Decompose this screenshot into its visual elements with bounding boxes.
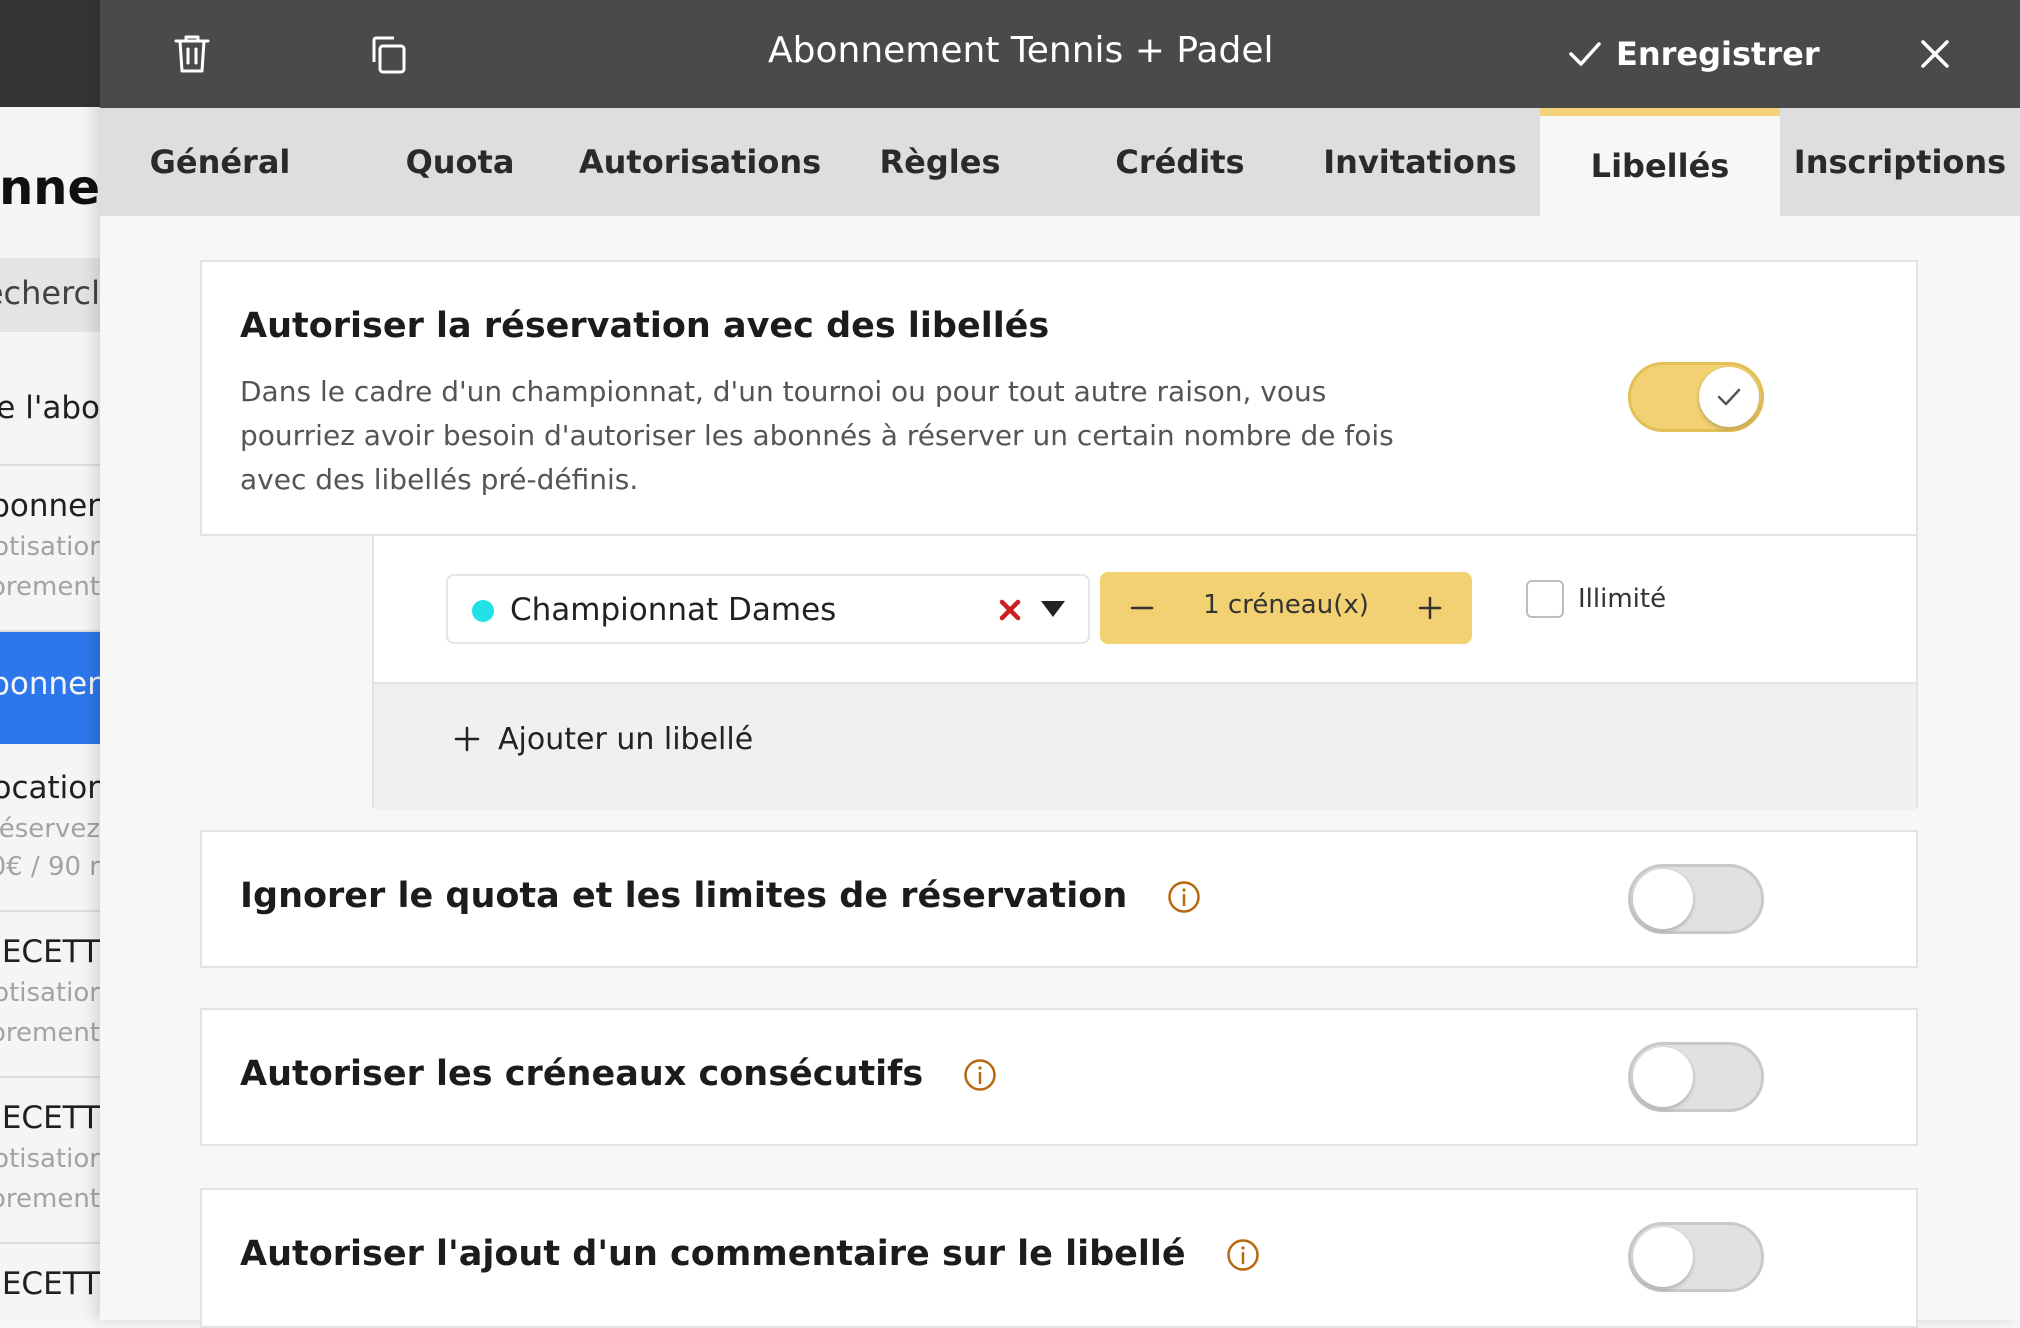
background-overlay [0,0,100,1320]
label-comment-toggle[interactable] [1628,1222,1764,1292]
tab-autorisations[interactable]: Autorisations [579,108,821,216]
labels-booking-description: Dans le cadre d'un championnat, d'un tou… [240,375,1394,496]
decrement-button[interactable] [1114,580,1170,636]
consecutive-slots-label: Autoriser les créneaux consécutifs [240,1054,924,1094]
save-button-label: Enregistrer [1616,35,1820,73]
modal-title: Abonnement Tennis + Padel [768,30,1274,71]
ignore-quota-card: Ignorer le quota et les limites de réser… [200,830,1918,968]
chevron-down-icon[interactable] [1040,600,1066,618]
labels-booking-toggle[interactable] [1628,362,1764,432]
tab-quota[interactable]: Quota [340,108,580,216]
unlimited-checkbox[interactable] [1526,580,1564,618]
close-icon [1921,40,1949,68]
ignore-quota-toggle[interactable] [1628,864,1764,934]
label-comment-card: Autoriser l'ajout d'un commentaire sur l… [200,1188,1918,1328]
subscription-edit-modal: Abonnement Tennis + Padel Enregistrer Gé… [100,0,2020,1328]
tab-credits[interactable]: Crédits [1060,108,1300,216]
label-comment-label: Autoriser l'ajout d'un commentaire sur l… [240,1234,1186,1274]
toggle-knob [1633,869,1693,929]
label-select-value: Championnat Dames [510,592,837,628]
info-icon[interactable] [1226,1238,1260,1272]
duplicate-button[interactable] [358,24,418,84]
add-label-text: Ajouter un libellé [498,722,754,757]
consecutive-slots-card: Autoriser les créneaux consécutifs [200,1008,1918,1146]
check-icon [1717,388,1741,406]
tab-content-libelles: Autoriser la réservation avec des libell… [100,216,2020,1328]
check-icon [1569,42,1601,66]
add-label-button[interactable]: Ajouter un libellé [374,682,1916,810]
clear-icon[interactable] [996,596,1024,624]
consecutive-slots-toggle[interactable] [1628,1042,1764,1112]
modal-header: Abonnement Tennis + Padel Enregistrer [100,0,2020,108]
trash-icon [174,35,210,73]
label-select[interactable]: Championnat Dames [446,574,1090,644]
tab-libelles[interactable]: Libellés [1540,108,1780,216]
close-button[interactable] [1905,24,1965,84]
quantity-stepper: 1 créneau(x) [1100,572,1472,644]
label-color-dot [472,600,494,622]
labels-booking-title: Autoriser la réservation avec des libell… [240,306,1050,346]
duplicate-icon [372,36,406,74]
label-entries-panel: Championnat Dames 1 créneau(x) Illimité … [372,534,1918,810]
increment-button[interactable] [1402,580,1458,636]
labels-booking-card: Autoriser la réservation avec des libell… [200,260,1918,536]
background-page: onne echercl de l'abo bonner otisatior o… [0,0,100,1320]
tab-regles[interactable]: Règles [820,108,1060,216]
delete-button[interactable] [162,24,222,84]
info-icon[interactable] [963,1058,997,1092]
ignore-quota-title: Ignorer le quota et les limites de réser… [240,876,1201,916]
toggle-knob [1633,1227,1693,1287]
toggle-knob [1633,1047,1693,1107]
info-icon[interactable] [1167,880,1201,914]
consecutive-slots-title: Autoriser les créneaux consécutifs [240,1054,997,1094]
toggle-knob [1699,367,1759,427]
plus-icon [454,726,480,752]
tab-bar: Général Quota Autorisations Règles Crédi… [100,108,2020,216]
unlimited-label: Illimité [1578,584,1667,614]
tab-general[interactable]: Général [100,108,340,216]
save-button[interactable]: Enregistrer [1568,26,1820,82]
tab-invitations[interactable]: Invitations [1300,108,1540,216]
minus-icon [1130,606,1154,610]
plus-icon [1418,596,1442,620]
quantity-value: 1 créneau(x) [1203,590,1369,620]
tab-inscriptions[interactable]: Inscriptions [1780,108,2020,216]
ignore-quota-label: Ignorer le quota et les limites de réser… [240,876,1128,916]
label-comment-title: Autoriser l'ajout d'un commentaire sur l… [240,1234,1260,1274]
